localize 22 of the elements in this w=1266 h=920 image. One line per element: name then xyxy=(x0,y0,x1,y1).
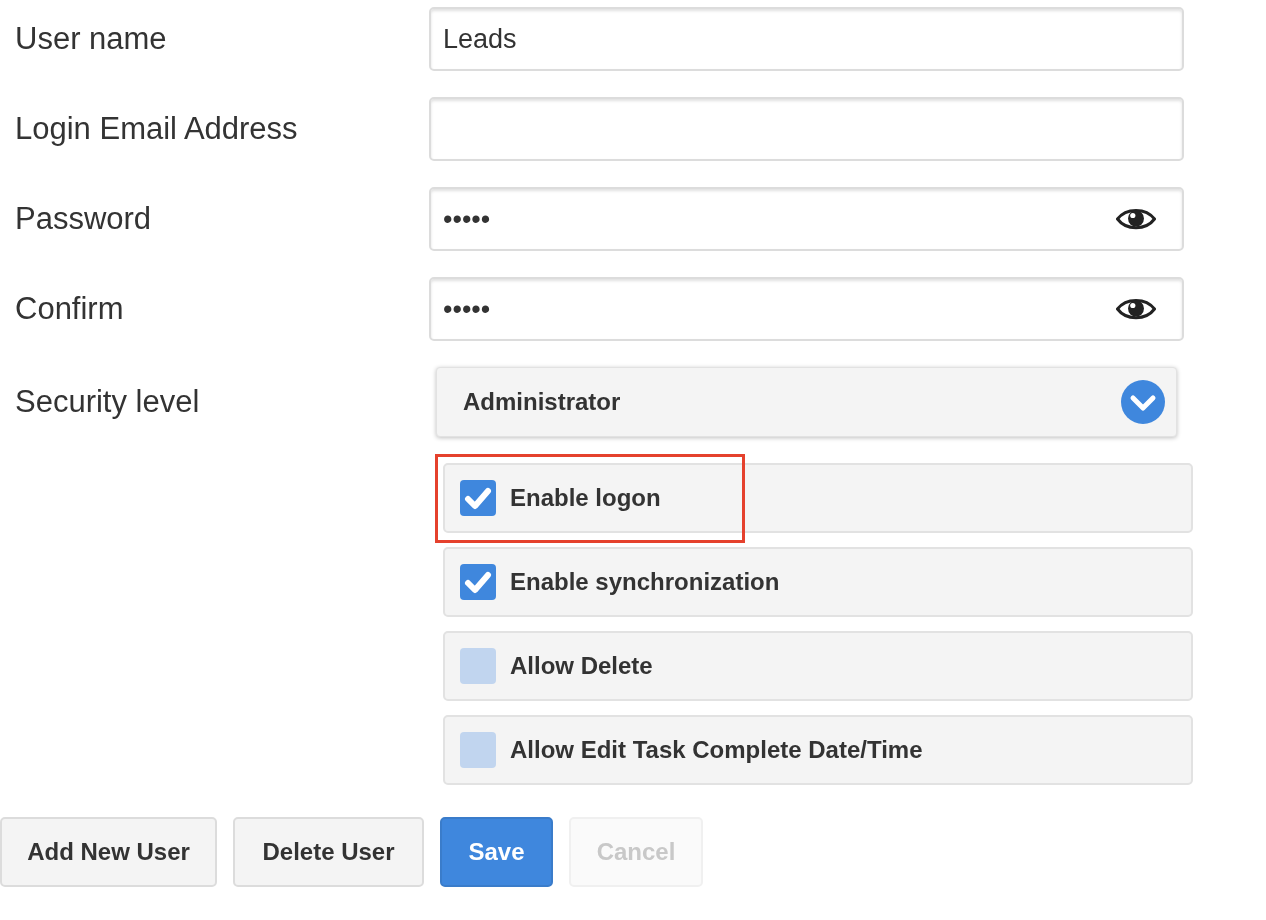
field-label: Password xyxy=(15,200,153,238)
field-label: User name xyxy=(15,20,168,58)
checkbox[interactable] xyxy=(460,480,496,516)
text-field[interactable]: Leads xyxy=(429,7,1184,71)
field-label: Confirm xyxy=(15,290,125,328)
field-label: Login Email Address xyxy=(15,110,299,148)
checkbox[interactable] xyxy=(460,564,496,600)
action-button[interactable]: Add New User xyxy=(0,817,217,887)
option-label[interactable]: Enable synchronization xyxy=(510,564,780,600)
password-field[interactable]: ••••• xyxy=(429,187,1184,251)
action-button[interactable]: Save xyxy=(440,817,553,887)
chevron-down-icon xyxy=(1121,380,1165,424)
password-field[interactable]: ••••• xyxy=(429,277,1184,341)
action-button[interactable]: Delete User xyxy=(233,817,424,887)
checkbox[interactable] xyxy=(460,732,496,768)
text-field[interactable] xyxy=(429,97,1184,161)
option-label[interactable]: Enable logon xyxy=(510,480,661,516)
security-level-select[interactable]: Administrator xyxy=(436,367,1177,437)
option-label[interactable]: Allow Delete xyxy=(510,648,653,684)
checkbox[interactable] xyxy=(460,648,496,684)
option-label[interactable]: Allow Edit Task Complete Date/Time xyxy=(510,732,923,768)
field-label: Security level xyxy=(15,383,201,421)
